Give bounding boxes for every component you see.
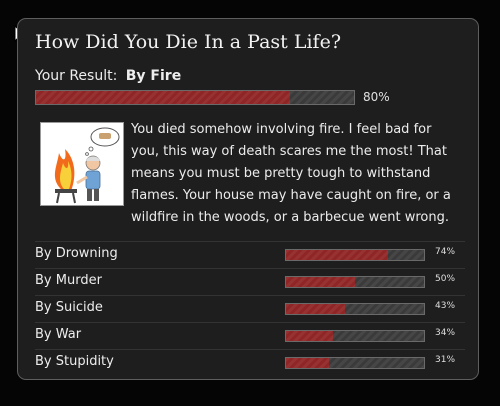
result-row-label: By War — [35, 327, 82, 342]
quiz-result-card: How Did You Die In a Past Life? Your Res… — [17, 18, 479, 380]
quiz-title: How Did You Die In a Past Life? — [35, 31, 342, 53]
result-progress-fill — [36, 91, 291, 104]
result-progress-bar — [35, 90, 355, 105]
result-row-bar — [285, 249, 425, 261]
result-row-label: By Drowning — [35, 246, 118, 261]
result-percent: 80% — [363, 90, 390, 104]
result-row-fill — [286, 304, 346, 314]
result-row-bar — [285, 303, 425, 315]
result-row-bar — [285, 276, 425, 288]
result-row-fill — [286, 250, 389, 260]
result-label: Your Result: — [35, 68, 118, 84]
result-row-fill — [286, 331, 333, 341]
result-row-murder: By Murder 50% — [35, 268, 465, 295]
result-row-suicide: By Suicide 43% — [35, 295, 465, 322]
result-row-percent: 50% — [435, 274, 456, 284]
result-row-bar — [285, 357, 425, 369]
result-line: Your Result: By Fire — [35, 68, 181, 84]
result-row-label: By Stupidity — [35, 354, 114, 369]
result-value: By Fire — [125, 68, 182, 84]
result-row-label: By Murder — [35, 273, 102, 288]
result-row-stupidity: By Stupidity 31% — [35, 349, 465, 376]
result-row-war: By War 34% — [35, 322, 465, 349]
result-row-label: By Suicide — [35, 300, 103, 315]
result-row-fill — [286, 358, 329, 368]
result-row-percent: 31% — [435, 355, 456, 365]
result-row-fill — [286, 277, 355, 287]
result-description: You died somehow involving fire. I feel … — [131, 122, 451, 225]
result-row-percent: 43% — [435, 301, 456, 311]
result-row-drowning: By Drowning 74% — [35, 241, 465, 268]
result-row-bar — [285, 330, 425, 342]
result-row-percent: 74% — [435, 247, 456, 257]
result-row-percent: 34% — [435, 328, 456, 338]
man-barbecue-fire-icon — [40, 122, 124, 206]
other-results-list: By Drowning 74% By Murder 50% By Suicide… — [35, 241, 465, 376]
